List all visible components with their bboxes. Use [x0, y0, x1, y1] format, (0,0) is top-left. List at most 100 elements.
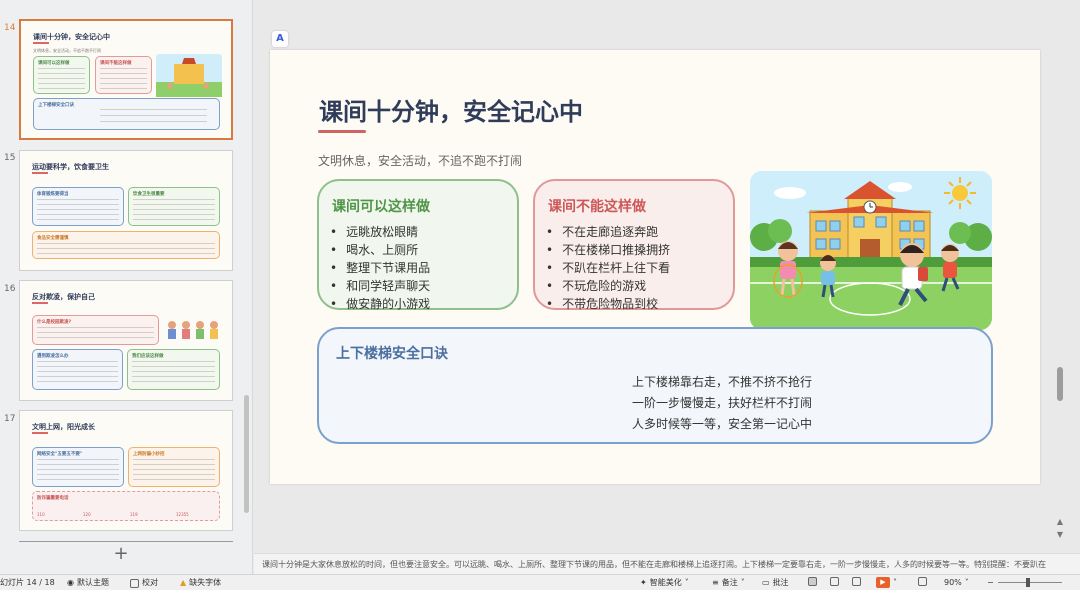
thumbnail-underline: [32, 432, 48, 434]
thumbnail-title: 课间十分钟，安全记心中: [33, 33, 110, 41]
rhyme-line: 人多时候等一等，安全第一记心中: [631, 417, 812, 431]
thumbnail-box: 上网防骗小妙招: [128, 447, 220, 487]
slide-canvas[interactable]: 课间十分钟，安全记心中 文明休息，安全活动，不追不跑不打闹 课间可以这样做 远眺…: [270, 50, 1040, 484]
thumbnail-phone: 12355: [176, 512, 189, 517]
slide-thumbnail-panel: 14 课间十分钟，安全记心中 文明休息，安全活动，不追不跑不打闹 课间可以这样做…: [0, 0, 253, 574]
slideshow-options-chevron-icon[interactable]: ˅: [893, 577, 897, 589]
thumbnail-box-label: 课间可以这样做: [38, 61, 70, 66]
notes-button[interactable]: ≡ 备注 ˅: [712, 577, 745, 589]
fit-window-icon: [918, 577, 927, 586]
add-slide-button[interactable]: +: [112, 545, 130, 563]
status-bar: 幻灯片 14 / 18 ◉ 默认主题 校对 ▲ 缺失字体 ✦ 智能美化 ˅ ≡ 备注 ˅ ▭…: [0, 574, 1080, 590]
slide-title[interactable]: 课间十分钟，安全记心中: [319, 92, 583, 127]
card-do[interactable]: 课间可以这样做 远眺放松眼睛 喝水、上厕所 整理下节课用品 和同学轻声聊天 做安…: [317, 179, 519, 313]
stairs-rhyme-lines: 上下楼梯靠右走，不推不挤不抢行 一阶一步慢慢走，扶好栏杆不打闹 人多时候等一等，…: [319, 372, 991, 435]
card-stairs-rhyme[interactable]: 上下楼梯安全口诀 上下楼梯靠右走，不推不挤不抢行 一阶一步慢慢走，扶好栏杆不打闹…: [317, 327, 993, 444]
title-underline: [318, 130, 366, 133]
thumbnail-underline: [32, 172, 48, 174]
thumbnail-box-label: 食品安全需谨慎: [37, 236, 69, 241]
theme-button[interactable]: ◉ 默认主题: [67, 577, 109, 589]
ai-assistant-icon[interactable]: A: [272, 31, 288, 47]
reading-view-button[interactable]: [852, 577, 861, 586]
chevron-down-icon: ˅: [740, 578, 745, 587]
school-children-illustration[interactable]: [750, 171, 992, 330]
thumbnail-phone: 110: [37, 512, 45, 517]
thumbnail-subtitle: 文明休息，安全活动，不追不跑不打闹: [33, 48, 101, 53]
list-item: 喝水、上厕所: [330, 241, 430, 259]
zoom-slider[interactable]: [998, 582, 1062, 583]
slide-counter: 幻灯片 14 / 18: [0, 578, 55, 587]
zoom-label: 90%: [944, 578, 962, 587]
slide-thumbnail-15[interactable]: 运动要科学，饮食要卫生 体育锻炼要得当 饮食卫生很重要 食品安全需谨慎: [19, 150, 233, 271]
proofread-icon: [130, 578, 139, 588]
thumbnail-underline: [33, 42, 49, 44]
slide-thumbnail-14[interactable]: 课间十分钟，安全记心中 文明休息，安全活动，不追不跑不打闹 课间可以这样做 课间…: [19, 19, 233, 140]
comments-label: 批注: [772, 578, 789, 587]
theme-label: 默认主题: [76, 578, 109, 587]
list-item: 不趴在栏杆上往下看: [546, 259, 670, 277]
comment-icon: ▭: [762, 578, 770, 587]
card-dont-list: 不在走廊追逐奔跑 不在楼梯口推搡拥挤 不趴在栏杆上往下看 不玩危险的游戏 不带危…: [546, 223, 670, 313]
slide-sorter-button[interactable]: [830, 577, 839, 586]
thumbnail-underline: [32, 302, 48, 304]
zoom-level[interactable]: 90% ˅: [944, 577, 969, 589]
thumbnail-box: 网络安全"五要五不要": [32, 447, 124, 487]
normal-view-button[interactable]: [808, 577, 817, 586]
list-item: 不玩危险的游戏: [546, 277, 670, 295]
thumbnail-box-do: 课间可以这样做: [33, 56, 90, 94]
card-do-list: 远眺放松眼睛 喝水、上厕所 整理下节课用品 和同学轻声聊天 做安静的小游戏: [330, 223, 430, 313]
reading-view-icon: [852, 577, 861, 586]
thumbnail-title: 文明上网，阳光成长: [32, 423, 95, 431]
list-item: 做安静的小游戏: [330, 295, 430, 313]
thumbnail-number: 15: [4, 153, 16, 163]
thumbnail-box: 什么是校园欺凌?: [32, 315, 159, 345]
speaker-notes[interactable]: 课间十分钟是大家休息放松的时间，但也要注意安全。可以远眺、喝水、上厕所、整理下节…: [254, 553, 1080, 574]
list-item: 远眺放松眼睛: [330, 223, 430, 241]
smart-beautify-button[interactable]: ✦ 智能美化 ˅: [640, 577, 689, 589]
card-dont[interactable]: 课间不能这样做 不在走廊追逐奔跑 不在楼梯口推搡拥挤 不趴在栏杆上往下看 不玩危…: [533, 179, 735, 313]
thumbnail-box: 食品安全需谨慎: [32, 231, 220, 259]
card-stairs-heading: 上下楼梯安全口诀: [336, 346, 448, 362]
zoom-out-button[interactable]: −: [987, 577, 994, 589]
thumbnail-box-dont: 课间不能这样做: [95, 56, 152, 94]
thumbnail-box-label: 上下楼梯安全口诀: [38, 103, 74, 108]
thumbnail-box-label: 防诈骗重要电话: [37, 496, 69, 501]
previous-slide-icon[interactable]: ▲: [1054, 517, 1066, 526]
thumbnail-title: 反对欺凌，保护自己: [32, 293, 95, 301]
proofread-button[interactable]: 校对: [130, 577, 158, 589]
thumbnail-box: 防诈骗重要电话 110 120 119 12355: [32, 491, 220, 521]
list-item: 整理下节课用品: [330, 259, 430, 277]
missing-font-button[interactable]: ▲ 缺失字体: [180, 577, 221, 589]
thumbnail-scrollbar[interactable]: [244, 395, 249, 513]
thumbnail-divider: [19, 541, 233, 542]
slide-thumbnail-17[interactable]: 文明上网，阳光成长 网络安全"五要五不要" 上网防骗小妙招 防诈骗重要电话 11…: [19, 410, 233, 531]
slide-thumbnail-16[interactable]: 反对欺凌，保护自己 什么是校园欺凌? 遇到欺凌怎么办 我们应该这样做: [19, 280, 233, 401]
warning-icon: ▲: [180, 578, 187, 587]
list-item: 不带危险物品到校: [546, 295, 670, 313]
next-slide-icon[interactable]: ▼: [1054, 530, 1066, 539]
thumbnail-number: 16: [4, 284, 16, 294]
vertical-scrollbar[interactable]: [1057, 367, 1063, 401]
thumbnail-title: 运动要科学，饮食要卫生: [32, 163, 109, 171]
chevron-down-icon: ˅: [684, 578, 689, 587]
normal-view-icon: [808, 577, 817, 586]
missing-font-label: 缺失字体: [189, 578, 222, 587]
thumbnail-box-label: 课间不能这样做: [100, 61, 132, 66]
thumbnail-box-label: 我们应该这样做: [132, 354, 164, 359]
fit-window-button[interactable]: [918, 577, 927, 586]
rhyme-line: 上下楼梯靠右走，不推不挤不抢行: [631, 375, 812, 389]
smart-beautify-label: 智能美化: [649, 578, 682, 587]
thumbnail-phone: 119: [130, 512, 138, 517]
comments-button[interactable]: ▭ 批注: [762, 577, 789, 589]
grid-icon: [830, 577, 839, 586]
thumbnail-children-illustration: [168, 321, 218, 339]
thumbnail-number: 17: [4, 414, 16, 424]
card-dont-heading: 课间不能这样做: [548, 199, 646, 215]
thumbnail-box-label: 网络安全"五要五不要": [37, 452, 83, 457]
slideshow-play-button[interactable]: ▶: [876, 577, 890, 588]
notes-label: 备注: [721, 578, 738, 587]
rhyme-line: 一阶一步慢慢走，扶好栏杆不打闹: [631, 396, 812, 410]
list-item: 不在走廊追逐奔跑: [546, 223, 670, 241]
zoom-slider-handle[interactable]: [1026, 578, 1030, 587]
slide-subtitle[interactable]: 文明休息，安全活动，不追不跑不打闹: [318, 152, 522, 169]
